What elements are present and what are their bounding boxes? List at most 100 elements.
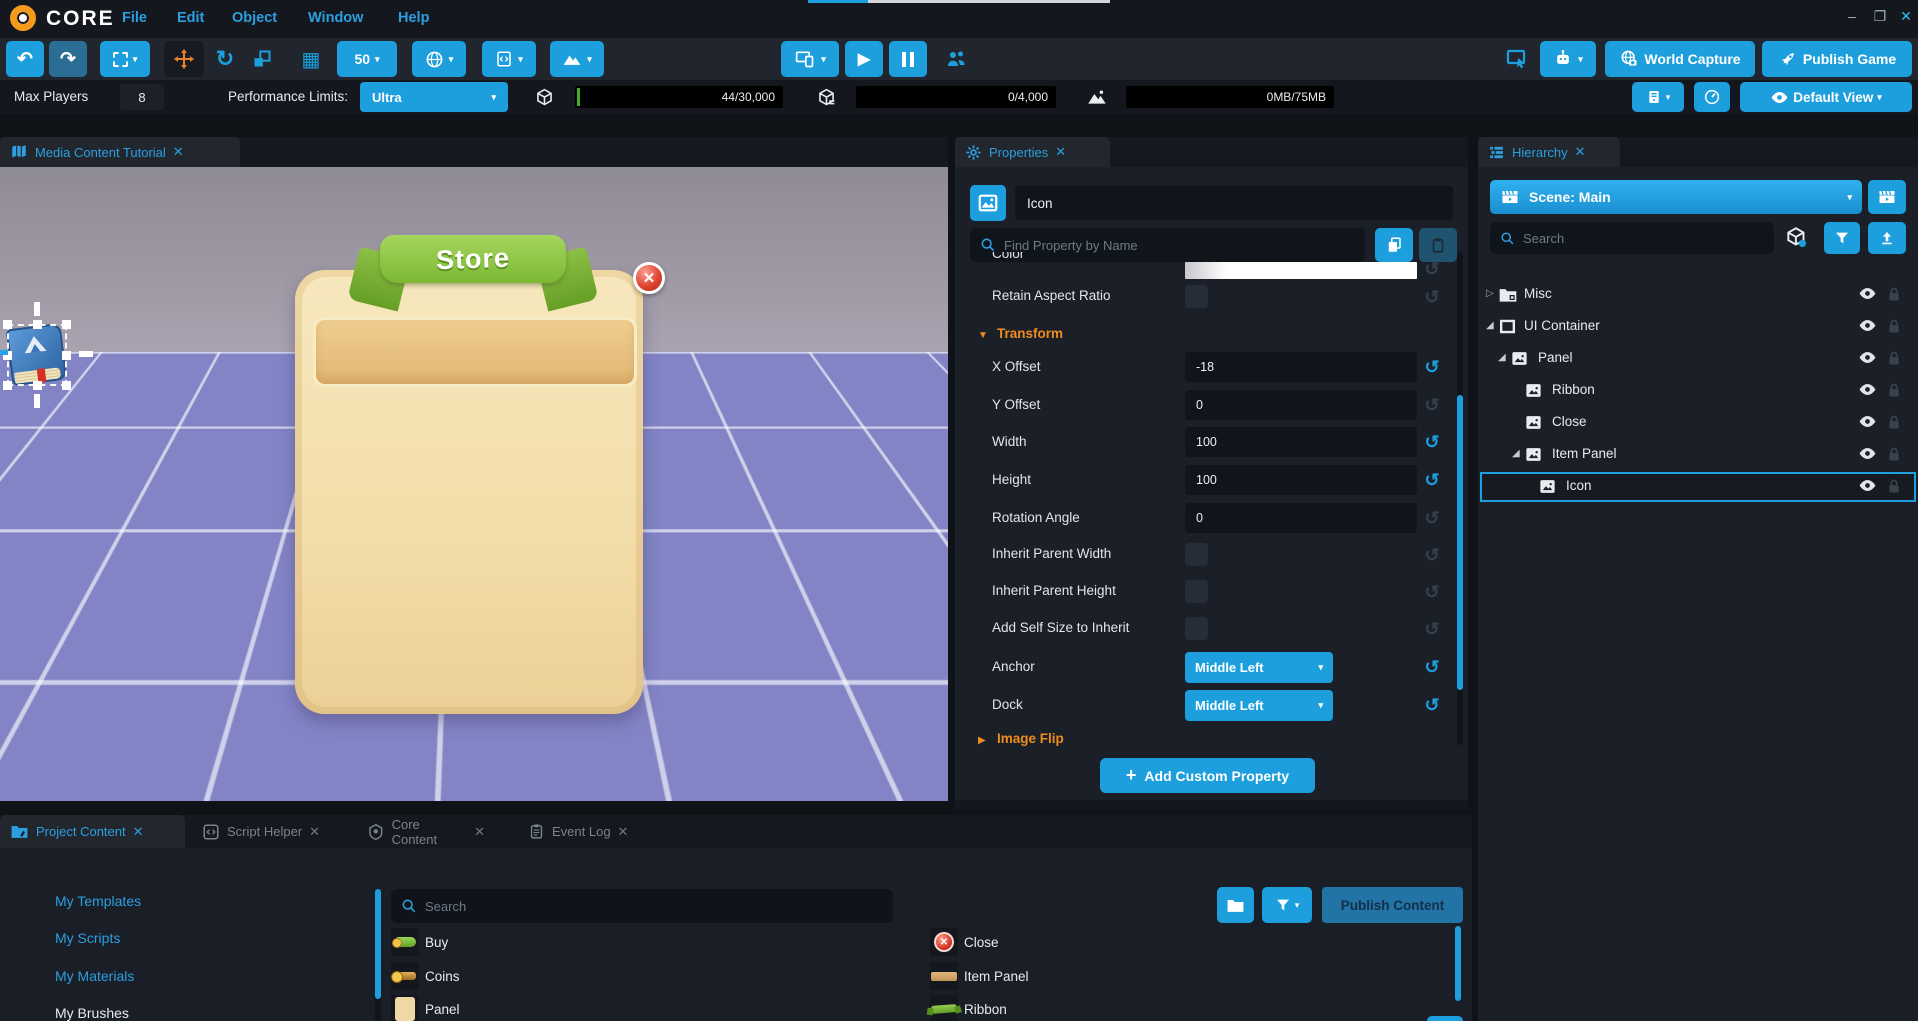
undo-button[interactable]: ↶ <box>6 41 44 77</box>
add-custom-property-button[interactable]: + Add Custom Property <box>1100 758 1315 793</box>
selection-handle[interactable] <box>3 320 12 329</box>
reset-icon[interactable]: ↺ <box>1421 509 1443 527</box>
scale-tool-button[interactable] <box>246 41 278 77</box>
server-settings-dropdown[interactable]: ▾ <box>1632 82 1684 112</box>
minimize-button[interactable]: – <box>1840 8 1864 24</box>
reset-icon[interactable]: ↺ <box>1421 546 1443 564</box>
close-tab-icon[interactable]: ✕ <box>133 824 144 840</box>
content-scrollbar-track[interactable] <box>1455 926 1461 1001</box>
item-thumbnail-panel[interactable] <box>391 995 419 1021</box>
y-offset-input[interactable] <box>1185 390 1417 420</box>
selection-handle[interactable] <box>62 381 71 390</box>
hierarchy-filter-button[interactable] <box>1824 222 1860 254</box>
reset-icon[interactable]: ↺ <box>1421 471 1443 489</box>
rotation-angle-input[interactable] <box>1185 503 1417 533</box>
reset-icon[interactable]: ↺ <box>1421 583 1443 601</box>
world-tools-dropdown[interactable]: ▾ <box>412 41 466 77</box>
lock-icon[interactable] <box>1886 350 1902 367</box>
eye-icon[interactable] <box>1858 414 1877 429</box>
tab-hierarchy[interactable]: Hierarchy ✕ <box>1478 137 1620 167</box>
reset-icon[interactable]: ↺ <box>1421 658 1443 676</box>
close-tab-icon[interactable]: ✕ <box>474 824 485 840</box>
properties-scrollbar-track[interactable] <box>1457 252 1463 745</box>
transform-section-header[interactable]: Transform <box>997 326 1063 341</box>
item-thumbnail-ribbon[interactable] <box>930 995 958 1021</box>
dock-dropdown[interactable]: Middle Left ▾ <box>1185 690 1333 721</box>
content-item-label[interactable]: Close <box>964 935 999 950</box>
inherit-parent-width-checkbox[interactable] <box>1185 543 1208 566</box>
selection-handle[interactable] <box>62 351 71 360</box>
eye-icon[interactable] <box>1858 446 1877 461</box>
eye-icon[interactable] <box>1858 318 1877 333</box>
hierarchy-row-close[interactable]: Close <box>1478 408 1918 438</box>
eye-icon[interactable] <box>1858 286 1877 301</box>
sidebar-item-my-scripts[interactable]: My Scripts <box>55 930 120 946</box>
close-window-button[interactable]: ✕ <box>1894 8 1918 25</box>
hierarchy-row-item-panel[interactable]: ◢ Item Panel <box>1478 440 1918 470</box>
hierarchy-row-misc[interactable]: ▷ Misc <box>1478 280 1918 310</box>
content-item-label[interactable]: Coins <box>425 969 460 984</box>
hierarchy-row-ribbon[interactable]: Ribbon <box>1478 376 1918 406</box>
selection-handle[interactable] <box>33 381 42 390</box>
restore-button[interactable]: ❐ <box>1868 8 1892 25</box>
image-flip-section-header[interactable]: Image Flip <box>997 731 1064 746</box>
menu-help[interactable]: Help <box>398 10 429 26</box>
menu-file[interactable]: File <box>122 10 147 26</box>
item-thumbnail-item-panel[interactable] <box>930 962 958 990</box>
sidebar-item-my-materials[interactable]: My Materials <box>55 968 134 984</box>
reset-icon[interactable]: ↺ <box>1421 396 1443 414</box>
content-item-label[interactable]: Ribbon <box>964 1002 1007 1017</box>
scene-manager-button[interactable] <box>1868 180 1906 214</box>
sidebar-scrollbar-thumb[interactable] <box>375 889 381 999</box>
retain-aspect-checkbox[interactable] <box>1185 285 1208 308</box>
property-search-input[interactable] <box>1004 237 1355 253</box>
default-view-dropdown[interactable]: Default View ▾ <box>1740 82 1912 112</box>
tab-media-content-tutorial[interactable]: Media Content Tutorial ✕ <box>0 137 240 167</box>
content-item-label[interactable]: Panel <box>425 1002 460 1017</box>
selected-icon-object[interactable] <box>0 302 93 408</box>
selection-handle[interactable] <box>3 381 12 390</box>
hierarchy-search-input[interactable] <box>1523 230 1764 246</box>
content-item-label[interactable]: Item Panel <box>964 969 1029 984</box>
multiplayer-preview-button[interactable] <box>938 41 974 77</box>
selection-handle[interactable] <box>33 320 42 329</box>
sidebar-scrollbar-track[interactable] <box>375 889 381 1021</box>
script-tools-dropdown[interactable]: ▾ <box>482 41 536 77</box>
publish-content-button[interactable]: Publish Content <box>1322 887 1463 923</box>
expander-collapsed-icon[interactable]: ▷ <box>1486 288 1494 299</box>
performance-gauge-button[interactable] <box>1694 82 1730 112</box>
group-objects-icon[interactable] <box>1784 225 1810 251</box>
lock-icon[interactable] <box>1886 382 1902 399</box>
lock-icon[interactable] <box>1886 318 1902 335</box>
eye-icon[interactable] <box>1858 350 1877 365</box>
close-tab-icon[interactable]: ✕ <box>618 824 629 840</box>
tab-event-log[interactable]: Event Log ✕ <box>518 815 640 848</box>
max-players-input[interactable] <box>120 84 164 110</box>
reset-icon[interactable]: ↺ <box>1421 620 1443 638</box>
height-input[interactable] <box>1185 465 1417 495</box>
rotate-tool-button[interactable]: ↻ <box>210 41 240 77</box>
lock-icon[interactable] <box>1886 446 1902 463</box>
close-tab-icon[interactable]: ✕ <box>1575 144 1586 160</box>
pause-button[interactable] <box>889 41 927 77</box>
width-input[interactable] <box>1185 427 1417 457</box>
hierarchy-row-panel[interactable]: ◢ Panel <box>1478 344 1918 374</box>
reset-icon[interactable]: ↺ <box>1421 288 1443 306</box>
item-thumbnail-coins[interactable] <box>391 962 419 990</box>
x-offset-input[interactable] <box>1185 352 1417 382</box>
hierarchy-search-box[interactable] <box>1490 222 1774 254</box>
tab-properties[interactable]: Properties ✕ <box>955 137 1110 167</box>
sidebar-item-my-brushes[interactable]: My Brushes <box>55 1005 129 1021</box>
performance-limits-dropdown[interactable]: Ultra ▾ <box>360 82 508 112</box>
eye-icon[interactable] <box>1858 382 1877 397</box>
content-item-label[interactable]: Buy <box>425 935 448 950</box>
redo-button[interactable]: ↷ <box>49 41 87 77</box>
preview-mode-dropdown[interactable]: ▾ <box>781 41 839 77</box>
reset-icon[interactable]: ↺ <box>1421 260 1443 278</box>
reset-icon[interactable]: ↺ <box>1421 358 1443 376</box>
screen-share-button[interactable] <box>1500 41 1534 77</box>
terrain-tools-dropdown[interactable]: ▾ <box>550 41 604 77</box>
content-search-box[interactable] <box>391 889 893 923</box>
anchor-dropdown[interactable]: Middle Left ▾ <box>1185 652 1333 683</box>
tab-project-content[interactable]: Project Content ✕ <box>0 815 185 848</box>
